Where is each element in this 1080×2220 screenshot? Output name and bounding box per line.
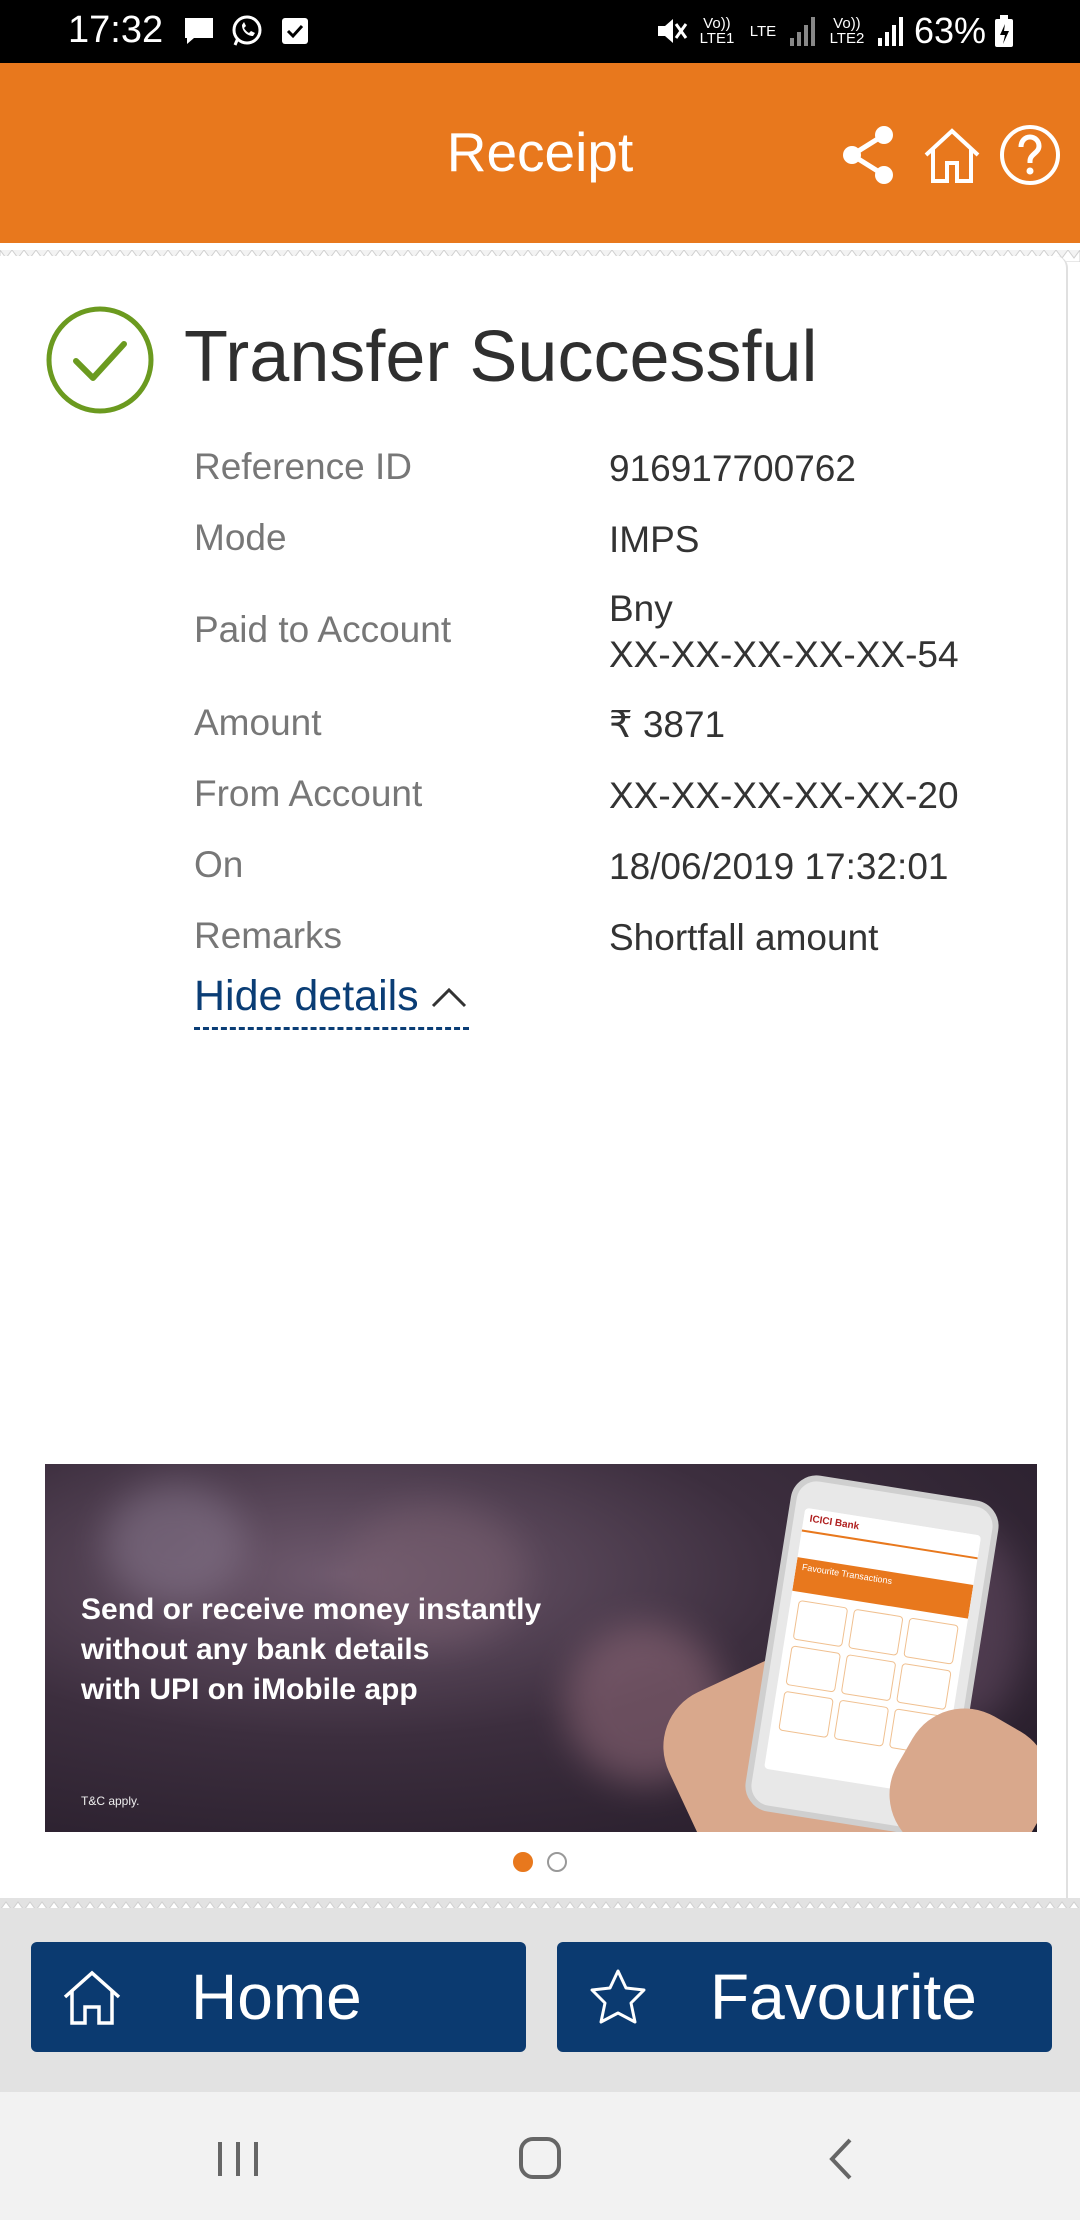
carousel-dot[interactable] (547, 1852, 567, 1872)
detail-value: IMPS (609, 519, 700, 560)
battery-icon (995, 15, 1013, 47)
detail-value: ₹ 3871 (609, 704, 726, 745)
home-nav-button[interactable] (510, 2134, 570, 2184)
notification-icons (182, 14, 312, 48)
recent-apps-button[interactable] (208, 2134, 268, 2184)
app-header: Receipt (0, 63, 1080, 243)
detail-label: Remarks (194, 915, 343, 956)
home-button[interactable]: Home (31, 1942, 526, 2052)
check-circle-icon (46, 306, 154, 414)
share-icon (843, 126, 893, 184)
home-header-button[interactable] (920, 123, 984, 187)
battery-percentage: 63% (913, 10, 986, 51)
detail-label: From Account (194, 773, 423, 814)
home-icon (924, 128, 980, 183)
detail-label: Amount (194, 702, 322, 743)
share-button[interactable] (838, 123, 902, 187)
back-icon (829, 2138, 852, 2180)
help-icon (1000, 125, 1060, 185)
lte-label: LTE (749, 22, 777, 40)
detail-value: Shortfall amount (609, 917, 879, 958)
bottom-action-bar: Home Favourite (0, 1908, 1080, 2092)
detail-value: Bny (609, 588, 673, 629)
sim1-label: Vo)) LTE1 (699, 15, 735, 47)
detail-label: Paid to Account (194, 609, 452, 650)
mute-icon (657, 19, 688, 43)
system-status: Vo)) LTE1 LTE Vo)) LTE2 63% (654, 10, 1014, 52)
signal-icon (877, 17, 903, 46)
hide-details-label: Hide details (194, 972, 419, 1020)
detail-label: On (194, 844, 244, 885)
system-nav-bar (0, 2092, 1080, 2220)
signal-icon (789, 17, 815, 46)
detail-label: Mode (194, 517, 287, 558)
home-button-label: Home (191, 1961, 362, 2033)
chevron-up-icon (431, 987, 466, 1007)
detail-value: 916917700762 (609, 448, 856, 489)
phone-brand: ICICI Bank (801, 1507, 982, 1560)
promo-banner[interactable]: ICICI Bank Favourite Transactions Send o… (45, 1464, 1037, 1832)
carousel-indicator (0, 1852, 1080, 1872)
detail-value-account: XX-XX-XX-XX-XX-54 (609, 634, 959, 675)
recent-apps-icon (218, 2142, 258, 2176)
message-icon (182, 14, 216, 48)
star-icon (590, 1969, 646, 2024)
home-icon (63, 1970, 121, 2025)
back-button[interactable] (812, 2134, 872, 2184)
banner-line: without any bank details (81, 1633, 430, 1666)
sim2-label: Vo)) LTE2 (829, 15, 865, 47)
banner-line: with UPI on iMobile app (81, 1673, 418, 1706)
checkbox-icon (278, 14, 312, 48)
favourite-button-label: Favourite (710, 1961, 977, 2033)
status-bar: 17:32 Vo)) LTE1 LTE Vo)) LTE2 63% (0, 0, 1080, 63)
banner-headline: Send or receive money instantly without … (81, 1590, 681, 1710)
whatsapp-icon (230, 14, 264, 48)
transfer-status-title: Transfer Successful (184, 317, 818, 397)
hide-details-link[interactable]: Hide details (194, 972, 469, 1030)
help-button[interactable] (998, 123, 1062, 187)
detail-value: 18/06/2019 17:32:01 (609, 846, 949, 887)
banner-line: Send or receive money instantly (81, 1593, 542, 1626)
home-nav-icon (519, 2137, 561, 2179)
favourite-button[interactable]: Favourite (557, 1942, 1052, 2052)
banner-terms: T&C apply. (81, 1794, 140, 1808)
detail-label: Reference ID (194, 446, 412, 487)
carousel-dot-active[interactable] (513, 1852, 533, 1872)
page-title: Receipt (446, 121, 634, 183)
status-time: 17:32 (68, 9, 164, 51)
detail-value: XX-XX-XX-XX-XX-20 (609, 775, 959, 816)
